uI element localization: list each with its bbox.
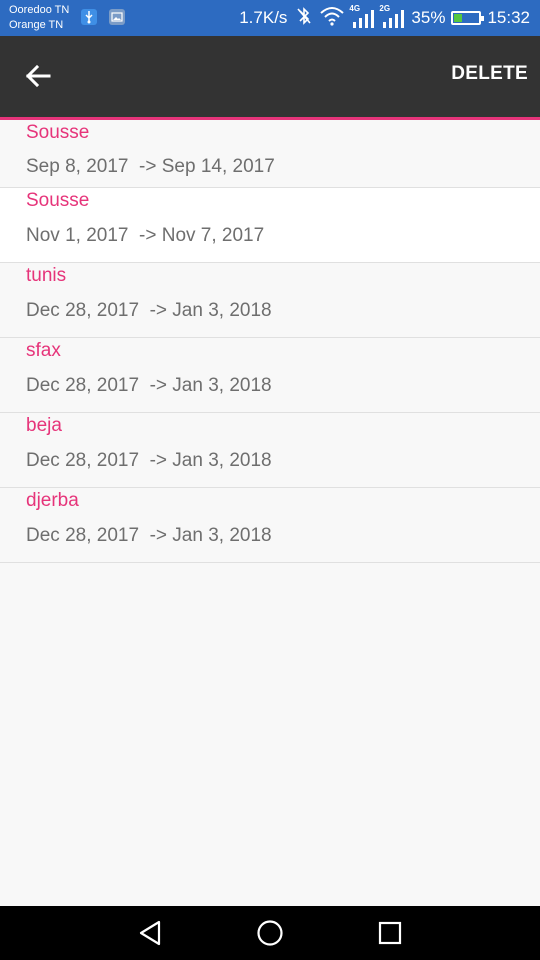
battery-charging-icon xyxy=(451,11,485,25)
list-item[interactable]: Sousse Sep 8, 2017 -> Sep 14, 2017 xyxy=(0,120,540,188)
back-button[interactable] xyxy=(18,56,58,96)
trip-dates: Nov 1, 2017 -> Nov 7, 2017 xyxy=(26,225,265,246)
list-item[interactable]: Sousse Nov 1, 2017 -> Nov 7, 2017 xyxy=(0,188,540,263)
nav-home-icon xyxy=(257,920,283,946)
nav-back-button[interactable] xyxy=(132,917,168,949)
trip-city: tunis xyxy=(26,265,67,286)
screen: Ooredoo TN Orange TN 1.7K/s 4G 2G 35% 15… xyxy=(0,0,540,960)
signal-icon-1: 4G xyxy=(349,4,375,28)
status-right: 1.7K/s 4G 2G 35% 15:32 xyxy=(239,4,530,31)
network-speed: 1.7K/s xyxy=(239,8,288,27)
image-icon xyxy=(109,9,125,25)
bluetooth-off-icon xyxy=(295,6,313,31)
trip-dates: Dec 28, 2017 -> Jan 3, 2018 xyxy=(26,450,272,471)
trip-city: Sousse xyxy=(26,190,90,211)
trip-dates: Dec 28, 2017 -> Jan 3, 2018 xyxy=(26,375,272,396)
status-bar: Ooredoo TN Orange TN 1.7K/s 4G 2G 35% 15… xyxy=(0,0,540,36)
signal-icon-2: 2G xyxy=(379,4,405,28)
arrow-back-icon xyxy=(25,64,51,88)
trip-dates: Dec 28, 2017 -> Jan 3, 2018 xyxy=(26,300,272,321)
usb-icon xyxy=(81,9,97,25)
trip-city: beja xyxy=(26,415,62,436)
trip-city: sfax xyxy=(26,340,61,361)
nav-back-icon xyxy=(139,920,161,946)
network-2-tag: 2G xyxy=(379,4,391,13)
trip-city: Sousse xyxy=(26,122,90,143)
app-bar: DELETE xyxy=(0,36,540,120)
nav-recent-button[interactable] xyxy=(372,917,408,949)
wifi-icon xyxy=(319,6,345,31)
list-item[interactable]: beja Dec 28, 2017 -> Jan 3, 2018 xyxy=(0,413,540,488)
carrier-1: Ooredoo TN xyxy=(9,4,70,16)
nav-recent-icon xyxy=(378,921,402,945)
trip-dates: Dec 28, 2017 -> Jan 3, 2018 xyxy=(26,525,272,546)
list-item[interactable]: sfax Dec 28, 2017 -> Jan 3, 2018 xyxy=(0,338,540,413)
battery-percent: 35% xyxy=(411,8,446,27)
list-item[interactable]: tunis Dec 28, 2017 -> Jan 3, 2018 xyxy=(0,263,540,338)
trip-list: Sousse Sep 8, 2017 -> Sep 14, 2017 Souss… xyxy=(0,120,540,563)
carrier-2: Orange TN xyxy=(9,19,64,31)
navigation-bar xyxy=(0,906,540,960)
battery-level xyxy=(454,14,463,22)
trip-city: djerba xyxy=(26,490,79,511)
delete-button[interactable]: DELETE xyxy=(451,63,528,85)
clock: 15:32 xyxy=(487,8,530,27)
nav-home-button[interactable] xyxy=(252,917,288,949)
list-item[interactable]: djerba Dec 28, 2017 -> Jan 3, 2018 xyxy=(0,488,540,563)
trip-dates: Sep 8, 2017 -> Sep 14, 2017 xyxy=(26,156,275,177)
network-1-tag: 4G xyxy=(349,4,361,13)
carrier-names: Ooredoo TN Orange TN xyxy=(9,3,69,33)
